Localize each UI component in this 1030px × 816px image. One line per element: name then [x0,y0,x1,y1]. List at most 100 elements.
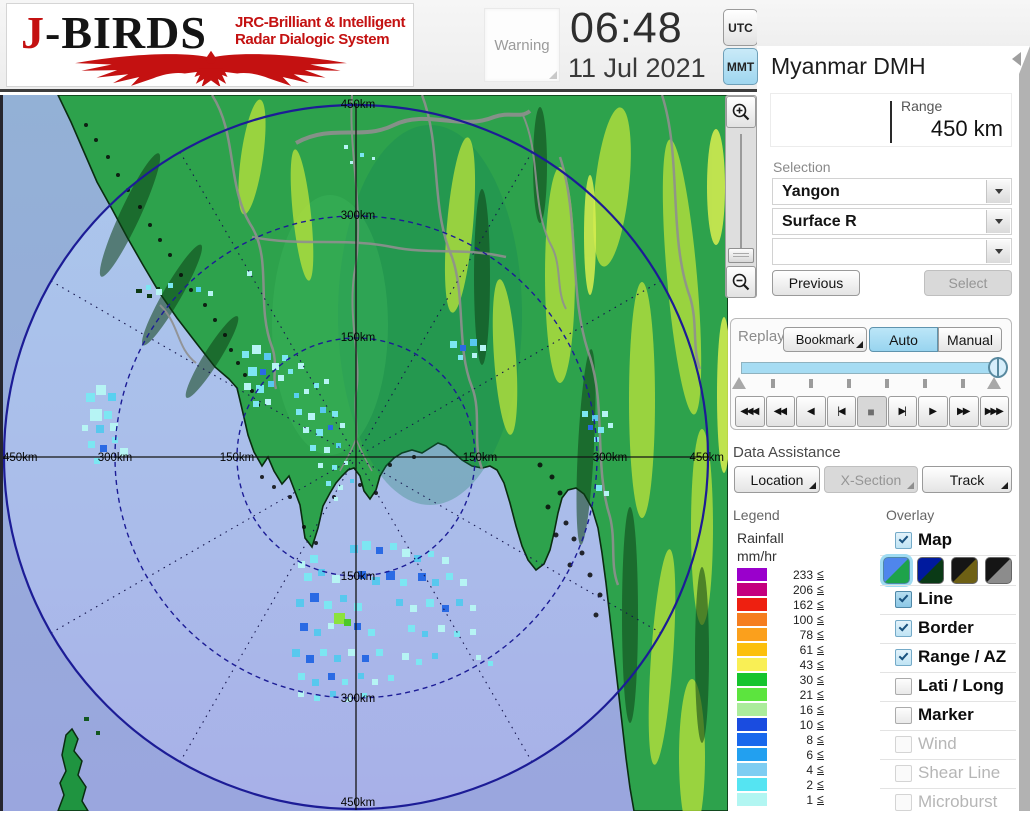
select-button[interactable]: Select [924,270,1012,296]
shear-line-checkbox[interactable] [895,765,912,782]
map-zoom-control [725,95,757,298]
microburst-checkbox[interactable] [895,794,912,811]
line-checkbox[interactable] [895,591,912,608]
product-dropdown[interactable]: Surface R [772,208,1012,235]
xsection-button[interactable]: X-Section [824,466,918,493]
timeline-start-marker[interactable] [732,377,746,389]
legend-swatch [737,598,767,611]
previous-button[interactable]: Previous [772,270,860,296]
zoom-slider-handle[interactable] [728,248,754,263]
overlay-item-range-az: Range / AZ [884,645,1016,671]
legend-row: 206 ≤ [737,582,837,597]
legend-swatch [737,658,767,671]
ring-label: 450km [3,452,38,464]
lati-long-checkbox[interactable] [895,678,912,695]
mmt-button[interactable]: MMT [723,48,758,85]
track-button[interactable]: Track [922,466,1012,493]
replay-timeline-handle[interactable] [988,357,1008,378]
legend-row: 1 ≤ [737,792,837,807]
overlay-item-map: Map [884,528,1016,554]
overlay-item-marker: Marker [884,703,1016,729]
ring-label: 450km [341,99,376,111]
timeline-tick [809,379,813,388]
legend-swatch [737,763,767,776]
step-back-button[interactable]: |◀ [826,396,857,427]
map-style-gray[interactable] [985,557,1012,584]
legend-row: 21 ≤ [737,687,837,702]
legend-swatch [737,778,767,791]
wind-checkbox[interactable] [895,736,912,753]
zoom-out-button[interactable] [726,266,756,298]
timeline-tick [961,379,965,388]
border-checkbox[interactable] [895,620,912,637]
legend-swatch [737,613,767,626]
legend-swatch [737,628,767,641]
utc-button[interactable]: UTC [723,9,758,46]
step-forward-button[interactable]: ▶| [887,396,918,427]
legend-row: 6 ≤ [737,747,837,762]
rail-notch [1019,46,1030,74]
legend-row: 78 ≤ [737,627,837,642]
right-rail[interactable] [1019,74,1030,811]
bookmark-button[interactable]: Bookmark [783,327,867,352]
legend-row: 61 ≤ [737,642,837,657]
eagle-icon [75,50,347,86]
timeline-tick [923,379,927,388]
option-dropdown[interactable] [772,238,1012,265]
overlay-item-line: Line [884,587,1016,613]
warning-label: Warning [494,36,550,54]
resize-grip-icon[interactable] [549,71,557,79]
legend-row: 30 ≤ [737,672,837,687]
replay-timeline-track[interactable] [741,362,998,374]
check-icon [898,650,909,661]
legend-swatch [737,688,767,701]
location-button[interactable]: Location [734,466,820,493]
selection-label: Selection [773,159,831,175]
rewind-fast-button[interactable]: ◀◀ [765,396,796,427]
legend-swatch [737,703,767,716]
legend-swatch [737,748,767,761]
ring-label: 450km [341,797,376,809]
replay-label: Replay [738,328,785,345]
timeline-end-marker[interactable] [987,377,1001,389]
legend-row: 2 ≤ [737,777,837,792]
overlay-item-microburst: Microburst [884,790,1016,816]
menu-corner-icon [907,482,914,489]
marker-checkbox[interactable] [895,707,912,724]
chevron-down-icon[interactable] [986,240,1010,263]
replay-panel: Replay Bookmark Auto Manual ◀◀◀ ◀◀ ◀ |◀ … [730,318,1012,430]
divider [890,101,892,143]
zoom-in-button[interactable] [726,96,756,128]
chevron-down-icon[interactable] [986,180,1010,203]
rewind-button[interactable]: ◀ [796,396,826,427]
legend-unit: mm/hr [737,548,777,564]
zoom-slider-track[interactable] [740,134,742,262]
map-checkbox[interactable] [895,532,912,549]
legend-row: 4 ≤ [737,762,837,777]
check-icon [898,533,909,544]
forward-full-button[interactable]: ▶▶▶ [979,396,1010,427]
warning-panel[interactable]: Warning [484,8,560,82]
legend-row: 16 ≤ [737,702,837,717]
legend-row: 233 ≤ [737,567,837,582]
legend-swatch [737,793,767,806]
legend-row: 10 ≤ [737,717,837,732]
manual-button[interactable]: Manual [938,327,1002,352]
map-style-terrain[interactable] [883,557,910,584]
forward-fast-button[interactable]: ▶▶ [948,396,979,427]
rainfall-legend: 233 ≤ 206 ≤ 162 ≤ 100 ≤ 78 ≤ 61 ≤ 43 ≤ 30 ≤ 21 ≤ … [737,567,837,807]
legend-title: Rainfall [737,530,784,546]
station-dropdown[interactable]: Yangon [772,178,1012,205]
chevron-down-icon[interactable] [986,210,1010,233]
map-style-olive[interactable] [951,557,978,584]
play-button[interactable]: ▶ [918,396,948,427]
ring-label: 150km [341,571,376,583]
rewind-full-button[interactable]: ◀◀◀ [735,396,765,427]
range-az-checkbox[interactable] [895,649,912,666]
map-style-dark-blue[interactable] [917,557,944,584]
range-value: 450 km [930,116,1003,141]
stop-button[interactable]: ■ [857,396,887,427]
auto-button[interactable]: Auto [869,327,938,352]
radar-map[interactable]: 450km 300km 150km 150km 300km 450km 450k… [0,94,731,816]
ring-label: 300km [341,210,376,222]
